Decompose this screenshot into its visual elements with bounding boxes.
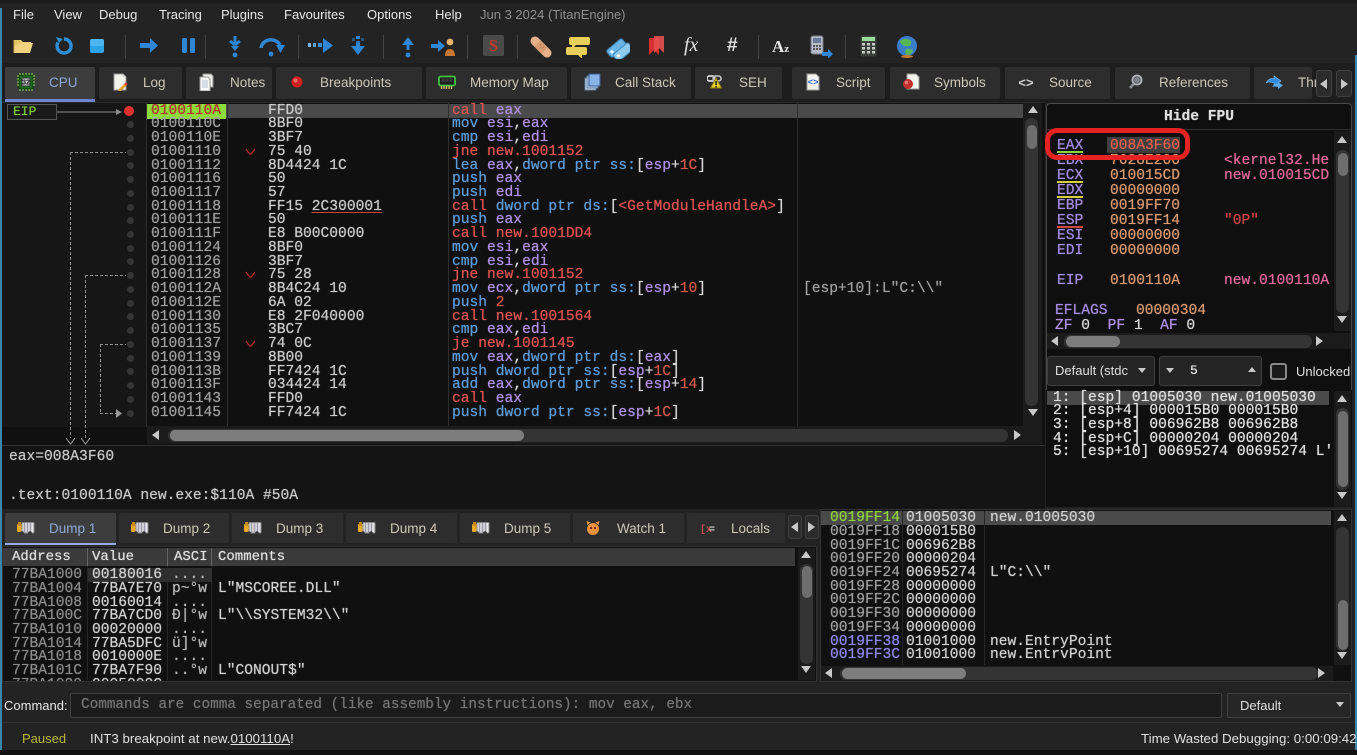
svg-text:32: 32 — [22, 80, 30, 87]
svg-text:=: = — [709, 525, 715, 536]
svg-text:<>: <> — [808, 78, 819, 88]
svg-text:<>: <> — [1018, 75, 1034, 90]
